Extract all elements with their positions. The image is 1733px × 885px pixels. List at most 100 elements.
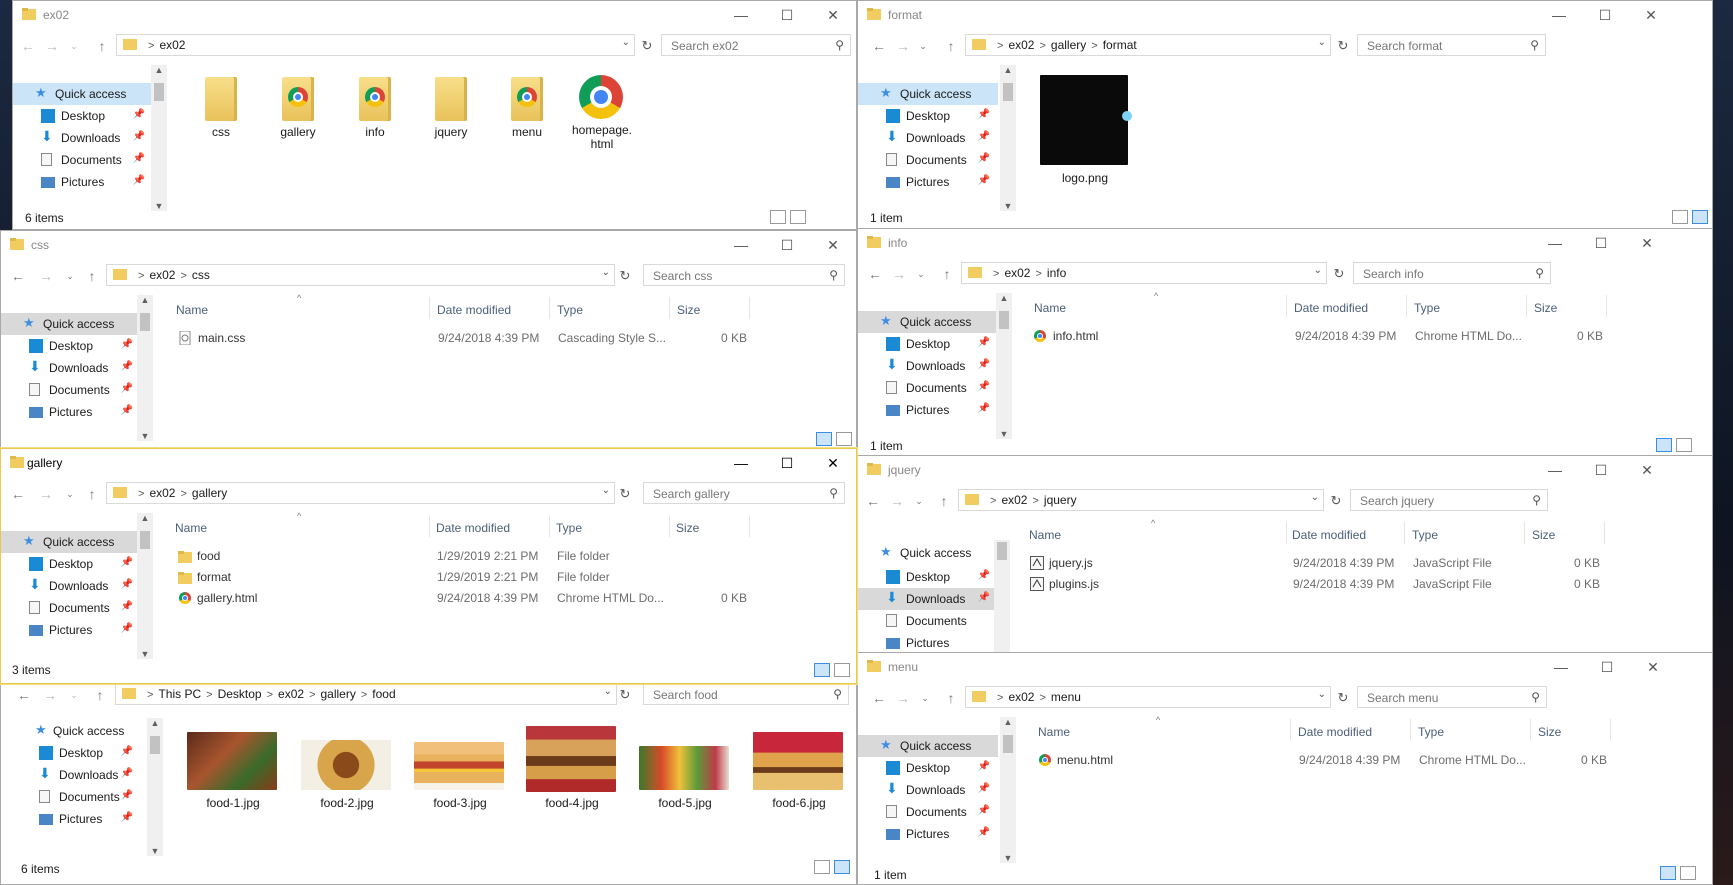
tile-menu[interactable]: menu	[487, 77, 567, 141]
details-view-button[interactable]	[1660, 866, 1676, 880]
back-button[interactable]: ←	[866, 265, 884, 283]
column-header-type[interactable]: Type	[556, 521, 582, 535]
large-icons-view-button[interactable]	[1692, 210, 1708, 224]
recent-locations-button[interactable]: ⌄	[65, 37, 83, 55]
breadcrumb-item[interactable]: ex02	[1008, 38, 1034, 52]
back-button[interactable]: ←	[870, 689, 888, 707]
address-bar[interactable]: > ex02 ⌄	[116, 34, 635, 56]
window-food[interactable]: ← → ⌄ ↑ > This PC > Desktop > ex02 > gallery > fo…	[0, 680, 857, 885]
column-divider[interactable]	[1606, 295, 1607, 317]
back-button[interactable]: ←	[15, 686, 33, 704]
search-box[interactable]: ⚲	[643, 482, 845, 504]
nav-desktop[interactable]: Desktop 📌	[1, 335, 141, 357]
forward-button[interactable]: →	[37, 267, 55, 285]
nav-documents[interactable]: Documents 📌	[858, 377, 998, 399]
forward-button[interactable]: →	[888, 492, 906, 510]
search-input[interactable]	[1365, 690, 1520, 706]
nav-quick-access[interactable]: ★ Quick access	[13, 83, 153, 105]
forward-button[interactable]: →	[41, 686, 59, 704]
maximize-button[interactable]: ☐	[1584, 653, 1630, 681]
breadcrumb-item[interactable]: ex02	[278, 687, 304, 701]
column-header-date[interactable]: Date modified	[437, 303, 511, 317]
title-bar[interactable]: format — ☐ ✕	[858, 1, 1712, 29]
maximize-button[interactable]: ☐	[1578, 229, 1624, 257]
large-icons-view-button[interactable]	[836, 432, 852, 446]
scroll-thumb[interactable]	[997, 542, 1007, 560]
nav-desktop[interactable]: Desktop 📌	[858, 566, 998, 588]
search-input[interactable]	[651, 687, 819, 703]
large-icons-view-button[interactable]	[790, 210, 806, 224]
minimize-button[interactable]: —	[1532, 456, 1578, 484]
up-button[interactable]: ↑	[942, 689, 960, 707]
breadcrumb-item[interactable]: food	[372, 687, 395, 701]
up-button[interactable]: ↑	[942, 37, 960, 55]
scroll-thumb[interactable]	[150, 736, 160, 754]
column-header-type[interactable]: Type	[557, 303, 583, 317]
column-divider[interactable]	[1286, 295, 1287, 317]
search-input[interactable]	[651, 268, 815, 284]
search-box[interactable]: ⚲	[1350, 489, 1548, 511]
nav-documents[interactable]: Documents	[858, 610, 998, 632]
maximize-button[interactable]: ☐	[764, 1, 810, 29]
search-input[interactable]	[651, 486, 815, 502]
up-button[interactable]: ↑	[83, 485, 101, 503]
column-header-type[interactable]: Type	[1412, 528, 1438, 542]
column-divider[interactable]	[749, 297, 750, 319]
refresh-button[interactable]: ↻	[617, 687, 633, 703]
column-header-name[interactable]: Name	[175, 521, 207, 535]
tile-info[interactable]: info	[335, 77, 415, 141]
maximize-button[interactable]: ☐	[1582, 1, 1628, 29]
forward-button[interactable]: →	[43, 37, 61, 55]
tile-jquery[interactable]: jquery	[411, 77, 491, 141]
nav-quick-access[interactable]: ★ Quick access	[858, 735, 998, 757]
tile-food-3[interactable]: food-3.jpg	[414, 732, 506, 812]
close-button[interactable]: ✕	[810, 1, 856, 29]
scroll-up-icon[interactable]: ▲	[137, 513, 153, 523]
details-view-button[interactable]	[1672, 210, 1688, 224]
tile-homepage-html[interactable]: homepage. html	[562, 75, 642, 155]
back-button[interactable]: ←	[9, 267, 27, 285]
column-header-name[interactable]: Name	[1034, 301, 1066, 315]
column-header-date[interactable]: Date modified	[1292, 528, 1366, 542]
nav-downloads[interactable]: ⬇ Downloads 📌	[858, 127, 998, 149]
column-divider[interactable]	[669, 515, 670, 537]
close-button[interactable]: ✕	[1624, 229, 1670, 257]
nav-desktop[interactable]: Desktop 📌	[858, 105, 998, 127]
nav-pictures[interactable]: Pictures 📌	[1, 619, 141, 641]
refresh-button[interactable]: ↻	[1335, 690, 1351, 706]
search-input[interactable]	[1361, 266, 1522, 282]
recent-locations-button[interactable]: ⌄	[914, 37, 932, 55]
column-header-name[interactable]: Name	[1038, 725, 1070, 739]
breadcrumb-item[interactable]: gallery	[321, 687, 356, 701]
scroll-down-icon[interactable]: ▼	[1000, 201, 1016, 211]
breadcrumb-item[interactable]: ex02	[149, 268, 175, 282]
search-box[interactable]: ⚲	[661, 34, 851, 56]
up-button[interactable]: ↑	[935, 492, 953, 510]
recent-locations-button[interactable]: ⌄	[61, 267, 79, 285]
nav-documents[interactable]: Documents 📌	[13, 149, 153, 171]
nav-documents[interactable]: Documents 📌	[1, 379, 141, 401]
close-button[interactable]: ✕	[1624, 456, 1670, 484]
column-divider[interactable]	[549, 297, 550, 319]
nav-quick-access[interactable]: ★ Quick access	[1, 720, 141, 742]
minimize-button[interactable]: —	[718, 449, 764, 477]
column-divider[interactable]	[429, 297, 430, 319]
breadcrumb-item[interactable]: menu	[1051, 690, 1081, 704]
nav-downloads[interactable]: ⬇ Downloads 📌	[1, 575, 141, 597]
window-menu[interactable]: menu — ☐ ✕ ← → ⌄ ↑ > ex02 > menu ⌄ ↻ ⚲ ★ Qui…	[857, 652, 1713, 885]
nav-quick-access[interactable]: ★ Quick access	[858, 311, 998, 333]
column-divider[interactable]	[1526, 295, 1527, 317]
nav-desktop[interactable]: Desktop 📌	[1, 742, 141, 764]
minimize-button[interactable]: —	[718, 231, 764, 259]
large-icons-view-button[interactable]	[1680, 866, 1696, 880]
nav-downloads[interactable]: ⬇ Downloads 📌	[13, 127, 153, 149]
nav-pictures[interactable]: Pictures	[858, 632, 998, 654]
nav-pictures[interactable]: Pictures 📌	[13, 171, 153, 193]
title-bar[interactable]: jquery — ☐ ✕	[858, 456, 1712, 484]
back-button[interactable]: ←	[19, 37, 37, 55]
scroll-thumb[interactable]	[140, 531, 150, 549]
column-header-size[interactable]: Size	[676, 521, 699, 535]
search-input[interactable]	[669, 38, 824, 54]
address-bar[interactable]: > ex02 > menu ⌄	[965, 686, 1331, 708]
chevron-down-icon[interactable]: ⌄	[604, 686, 612, 697]
